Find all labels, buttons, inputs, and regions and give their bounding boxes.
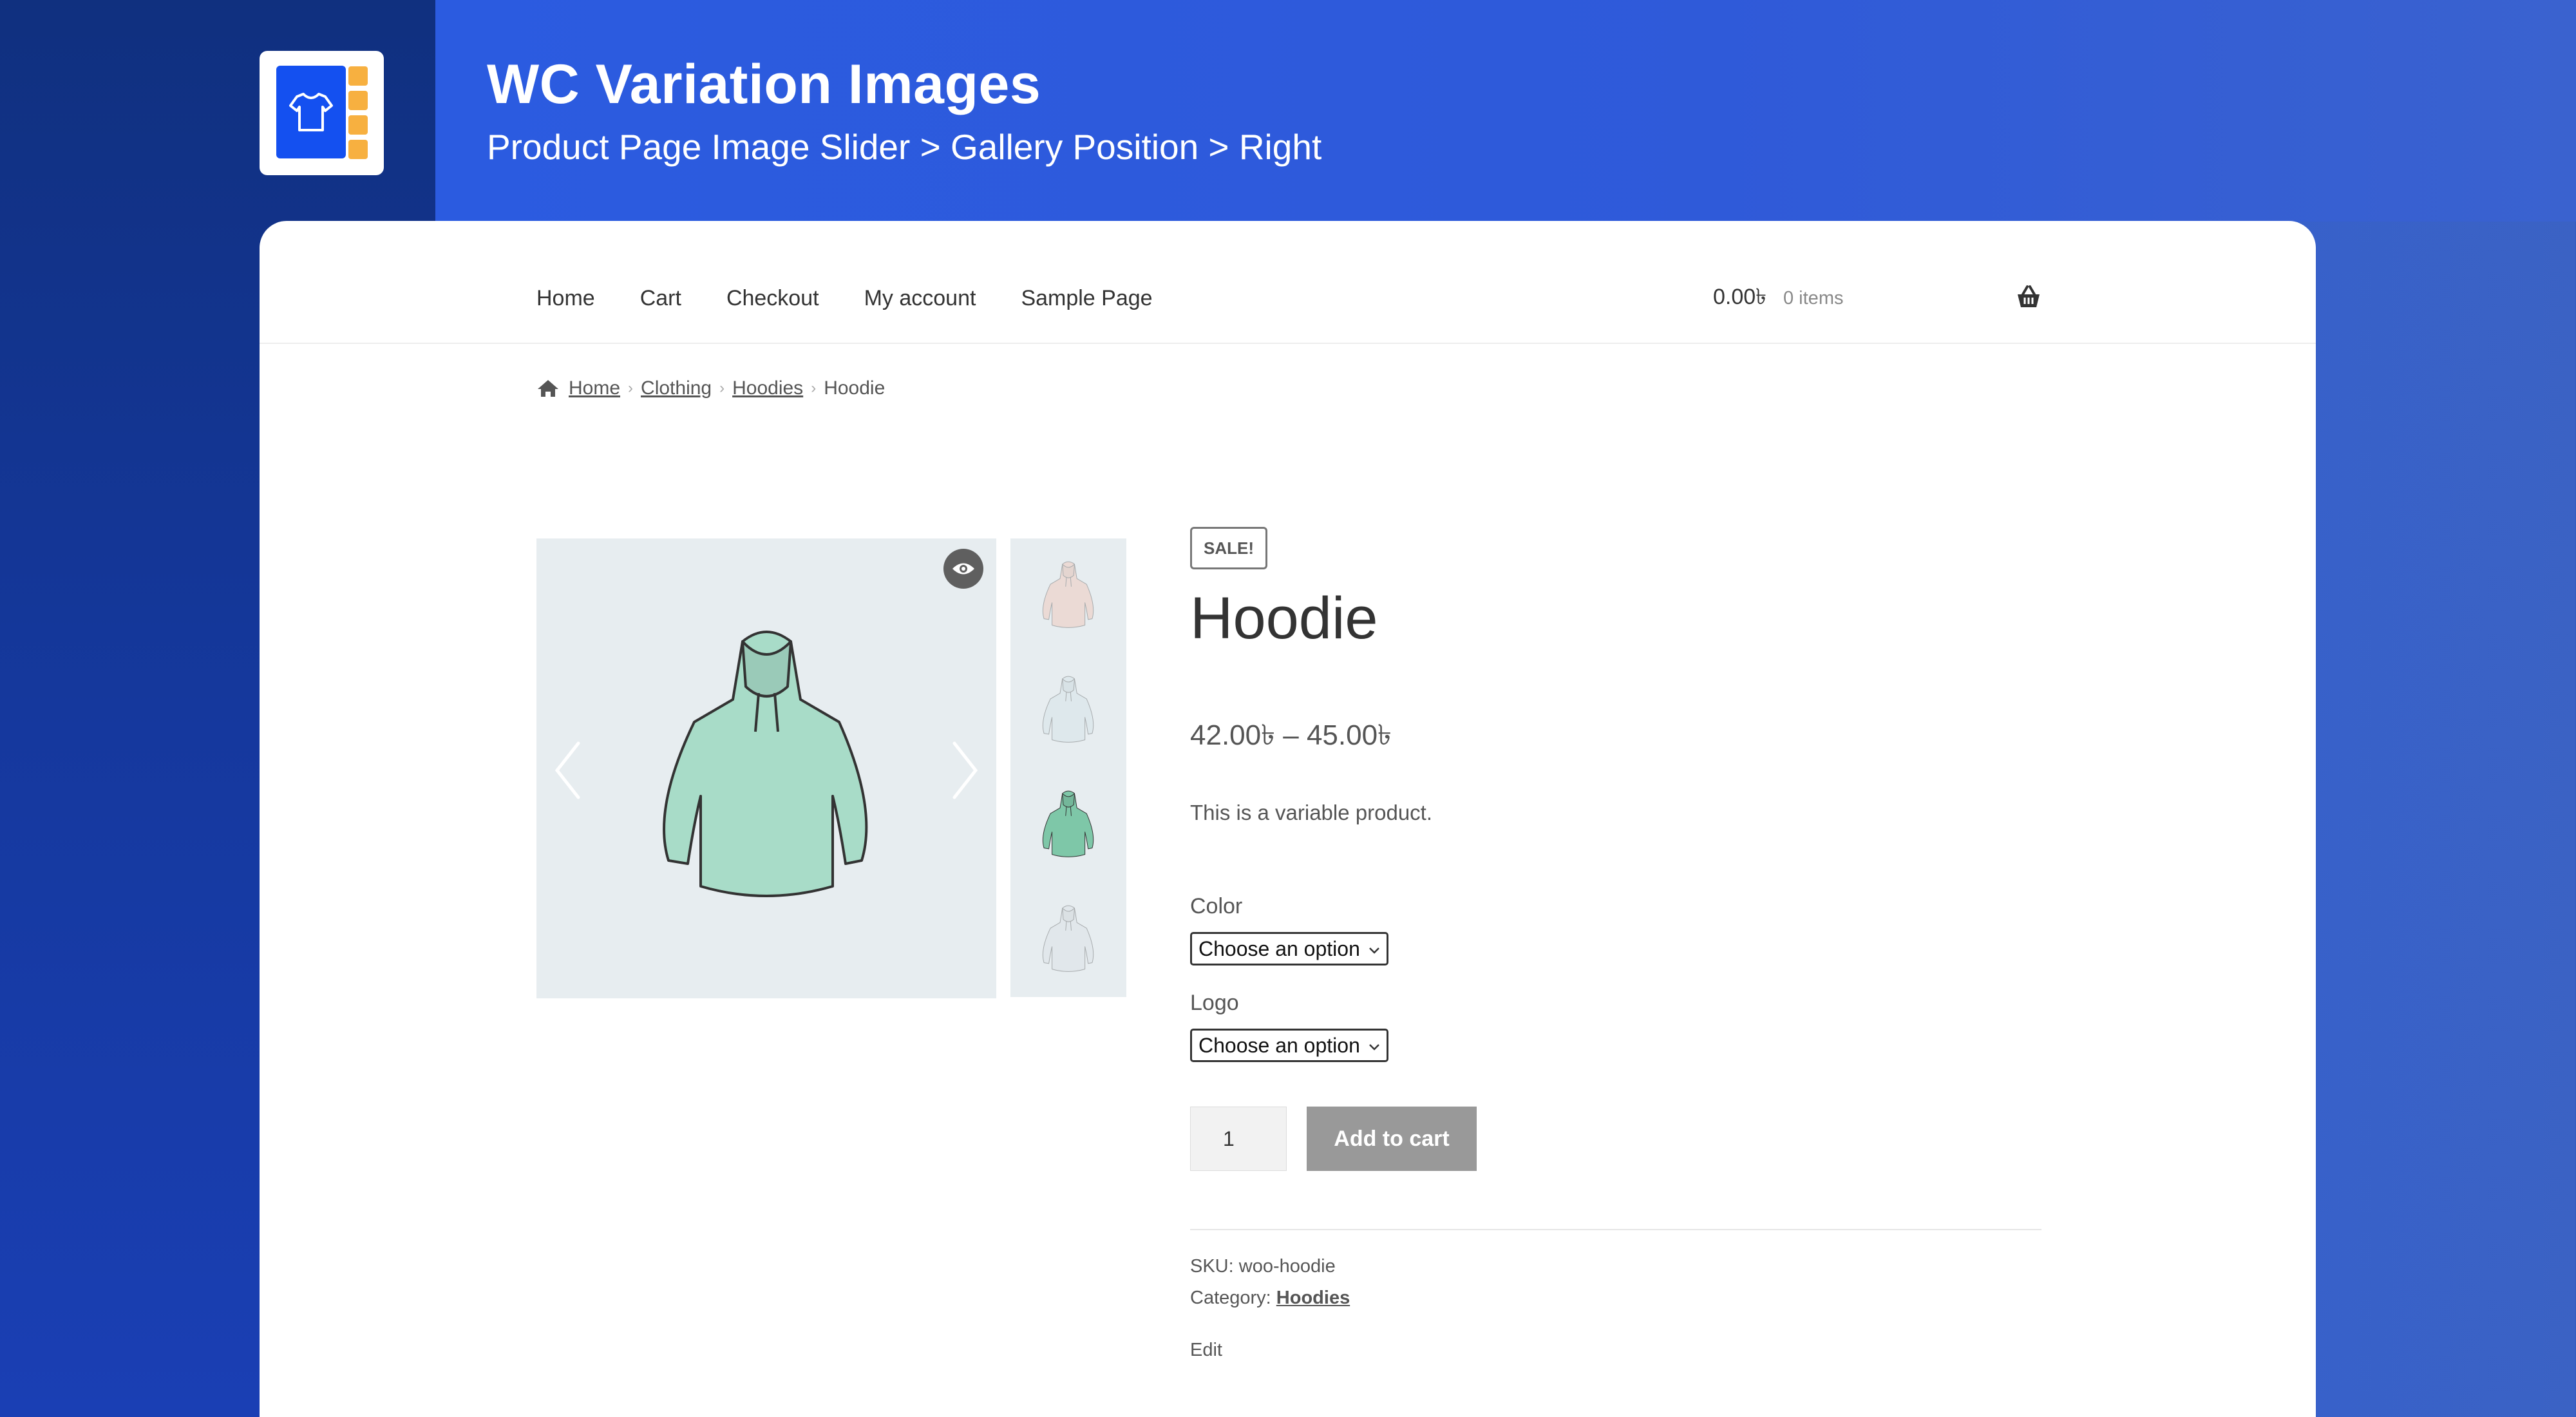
logo-chip [348, 140, 368, 159]
category-label: Category: [1190, 1288, 1271, 1308]
gallery-thumbnail[interactable] [1010, 653, 1126, 768]
breadcrumb-separator: › [628, 379, 634, 397]
sku-value: woo-hoodie [1238, 1256, 1336, 1277]
color-label: Color [1190, 894, 1243, 918]
tshirt-icon [276, 66, 346, 158]
color-select-value: Choose an option [1198, 937, 1360, 960]
previous-slide-arrow[interactable] [549, 738, 588, 803]
plugin-logo [260, 51, 384, 175]
next-slide-arrow[interactable] [945, 738, 983, 803]
cart-amount[interactable]: 0.00৳ [1713, 272, 1766, 324]
chevron-down-icon [1369, 947, 1379, 954]
color-select[interactable]: Choose an option [1190, 932, 1388, 965]
category-line: Category: Hoodies [1190, 1288, 1350, 1309]
category-link[interactable]: Hoodies [1276, 1288, 1350, 1308]
nav-item-cart[interactable]: Cart [640, 286, 681, 311]
sku-label: SKU: [1190, 1256, 1234, 1277]
edit-link[interactable]: Edit [1190, 1340, 1222, 1361]
basket-icon[interactable] [2015, 284, 2042, 311]
breadcrumb-current: Hoodie [824, 377, 886, 399]
nav-item-checkout[interactable]: Checkout [726, 286, 819, 311]
store-page-card: Home Cart Checkout My account Sample Pag… [260, 221, 2316, 1417]
logo-chip [348, 91, 368, 110]
breadcrumb-hoodies[interactable]: Hoodies [732, 377, 803, 399]
hoodie-thumbnail-image [1042, 676, 1094, 743]
add-to-cart-button[interactable]: Add to cart [1307, 1107, 1477, 1171]
main-product-image[interactable] [536, 538, 996, 998]
gallery-thumbnail[interactable] [1010, 882, 1126, 997]
banner-title: WC Variation Images [487, 53, 1041, 115]
nav-item-sample-page[interactable]: Sample Page [1021, 286, 1152, 311]
header-divider [260, 343, 2316, 344]
banner-subtitle: Product Page Image Slider > Gallery Posi… [487, 127, 1322, 167]
sku-line: SKU: woo-hoodie [1190, 1256, 1336, 1277]
chevron-down-icon [1369, 1044, 1379, 1051]
primary-navigation: Home Cart Checkout My account Sample Pag… [536, 272, 1198, 324]
hoodie-illustration [663, 631, 868, 897]
gallery-thumbnail[interactable] [1010, 538, 1126, 653]
eye-icon [952, 563, 974, 575]
product-title: Hoodie [1190, 585, 1378, 651]
logo-select[interactable]: Choose an option [1190, 1029, 1388, 1062]
hoodie-thumbnail-image [1042, 561, 1094, 628]
hoodie-thumbnail-image [1042, 790, 1094, 857]
sale-badge: SALE! [1190, 527, 1267, 569]
logo-label: Logo [1190, 991, 1239, 1015]
nav-item-home[interactable]: Home [536, 286, 595, 311]
cart-item-count[interactable]: 0 items [1783, 272, 1843, 324]
logo-chip [348, 66, 368, 86]
breadcrumb-separator: › [811, 379, 817, 397]
breadcrumb-separator: › [719, 379, 725, 397]
breadcrumb: Home › Clothing › Hoodies › Hoodie [536, 376, 885, 401]
meta-divider [1190, 1229, 2041, 1230]
hoodie-thumbnail-image [1042, 905, 1094, 972]
breadcrumb-clothing[interactable]: Clothing [641, 377, 712, 399]
nav-item-my-account[interactable]: My account [864, 286, 976, 311]
breadcrumb-home[interactable]: Home [569, 377, 620, 399]
logo-chip [348, 115, 368, 135]
zoom-button[interactable] [943, 549, 983, 589]
price-range: 42.00৳ – 45.00৳ [1190, 719, 1392, 751]
home-icon [538, 380, 558, 397]
gallery-thumbnail-active[interactable] [1010, 768, 1126, 882]
logo-select-value: Choose an option [1198, 1033, 1360, 1057]
quantity-input[interactable]: 1 [1190, 1107, 1287, 1171]
product-description: This is a variable product. [1190, 801, 1433, 824]
